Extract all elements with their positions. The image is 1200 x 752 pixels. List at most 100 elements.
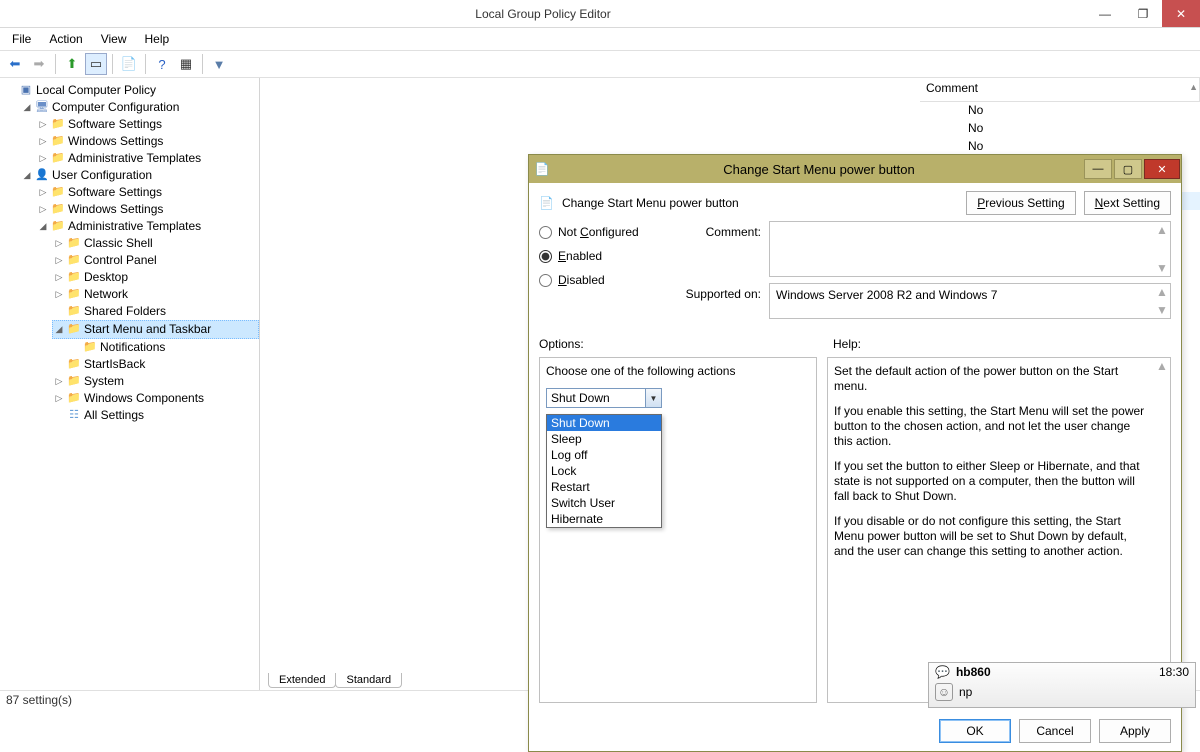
tree-cc-admin[interactable]: Administrative Templates — [68, 150, 201, 167]
up-icon[interactable]: ⬆ — [61, 53, 83, 75]
all-settings-icon: ☷ — [67, 409, 81, 423]
computer-icon: 🖥 — [35, 101, 49, 115]
window-title: Local Group Policy Editor — [0, 7, 1086, 21]
close-button[interactable]: ✕ — [1162, 0, 1200, 27]
tree-cc-software[interactable]: Software Settings — [68, 116, 162, 133]
menu-bar: File Action View Help — [0, 28, 1200, 50]
chat-bubble-icon: 💬 — [935, 665, 950, 679]
dialog-title: Change Start Menu power button — [555, 162, 1083, 177]
content-pane: Comment ▲ NoNoNoNoNoNoNoNoNoNoNoNoNoNoNo… — [260, 78, 1200, 690]
dialog-minimize-button[interactable]: — — [1084, 159, 1112, 179]
help-text-3: If you set the button to either Sleep or… — [834, 459, 1164, 504]
tree-user-config[interactable]: User Configuration — [52, 167, 152, 184]
scroll-down-icon[interactable]: ▼ — [1156, 303, 1168, 317]
filter-icon[interactable]: ▼ — [208, 53, 230, 75]
comment-label: Comment: — [669, 221, 761, 239]
dropdown-option[interactable]: Shut Down — [547, 415, 661, 431]
list-cell[interactable]: No — [960, 102, 1200, 120]
radio-not-configured[interactable]: Not Configured — [539, 225, 649, 239]
column-comment[interactable]: Comment — [920, 78, 1200, 101]
tree-uc-software[interactable]: Software Settings — [68, 184, 162, 201]
tree-system[interactable]: System — [84, 373, 124, 390]
tree-classic-shell[interactable]: Classic Shell — [84, 235, 153, 252]
folder-icon: 📁 — [51, 186, 65, 200]
help-text-4: If you disable or do not configure this … — [834, 514, 1164, 559]
folder-icon: 📁 — [67, 237, 81, 251]
folder-icon: 📁 — [67, 358, 81, 372]
folder-icon: 📁 — [67, 392, 81, 406]
dropdown-option[interactable]: Log off — [547, 447, 661, 463]
supported-value: Windows Server 2008 R2 and Windows 7 — [770, 284, 1170, 306]
menu-file[interactable]: File — [6, 30, 37, 48]
folder-icon: 📁 — [67, 375, 81, 389]
back-icon[interactable]: ⬅ — [4, 53, 26, 75]
dropdown-option[interactable]: Sleep — [547, 431, 661, 447]
properties-icon[interactable]: 📄 — [118, 53, 140, 75]
tree-computer-config[interactable]: Computer Configuration — [52, 99, 179, 116]
next-setting-button[interactable]: Next Setting — [1084, 191, 1171, 215]
dropdown-option[interactable]: Switch User — [547, 495, 661, 511]
tree-windows-components[interactable]: Windows Components — [84, 390, 204, 407]
previous-setting-button[interactable]: Previous Setting — [966, 191, 1075, 215]
list-cell[interactable]: No — [960, 120, 1200, 138]
policy-badge-icon: 📄 — [539, 196, 554, 210]
chevron-down-icon[interactable]: ▼ — [645, 389, 661, 407]
apply-button[interactable]: Apply — [1099, 719, 1171, 743]
tree-all-settings[interactable]: All Settings — [84, 407, 144, 424]
tree-network[interactable]: Network — [84, 286, 128, 303]
action-combo[interactable]: Shut Down ▼ — [546, 388, 662, 408]
help-icon[interactable]: ? — [151, 53, 173, 75]
scroll-down-icon[interactable]: ▼ — [1156, 261, 1168, 275]
tree-desktop[interactable]: Desktop — [84, 269, 128, 286]
dropdown-option[interactable]: Restart — [547, 479, 661, 495]
show-hide-tree-icon[interactable]: ▭ — [85, 53, 107, 75]
tree-uc-windows[interactable]: Windows Settings — [68, 201, 163, 218]
title-bar: Local Group Policy Editor — ❐ ✕ — [0, 0, 1200, 28]
help-label: Help: — [833, 337, 861, 351]
ok-button[interactable]: OK — [939, 719, 1011, 743]
folder-icon: 📁 — [51, 203, 65, 217]
tab-standard[interactable]: Standard — [335, 673, 402, 688]
help-text-1: Set the default action of the power butt… — [834, 364, 1164, 394]
scroll-up-icon[interactable]: ▲ — [1189, 82, 1198, 92]
scroll-up-icon[interactable]: ▲ — [1156, 285, 1168, 299]
chat-notification[interactable]: 💬 hb860 18:30 ☺ np — [928, 662, 1196, 708]
scroll-up-icon[interactable]: ▲ — [1156, 359, 1168, 373]
list-header: Comment ▲ — [920, 78, 1200, 102]
policy-root-icon: ▣ — [19, 84, 33, 98]
tab-extended[interactable]: Extended — [268, 673, 336, 688]
maximize-button[interactable]: ❐ — [1124, 0, 1162, 27]
radio-enabled[interactable]: Enabled — [539, 249, 649, 263]
folder-icon: 📁 — [67, 254, 81, 268]
tree-cc-windows[interactable]: Windows Settings — [68, 133, 163, 150]
tree-uc-admin[interactable]: Administrative Templates — [68, 218, 201, 235]
menu-action[interactable]: Action — [43, 30, 88, 48]
dropdown-option[interactable]: Hibernate — [547, 511, 661, 527]
tree-notifications[interactable]: Notifications — [100, 339, 165, 356]
tree-shared-folders[interactable]: Shared Folders — [84, 303, 166, 320]
tree-control-panel[interactable]: Control Panel — [84, 252, 157, 269]
dialog-close-button[interactable]: ✕ — [1144, 159, 1180, 179]
comment-field[interactable]: ▲▼ — [769, 221, 1171, 277]
scroll-up-icon[interactable]: ▲ — [1156, 223, 1168, 237]
tree-root[interactable]: Local Computer Policy — [36, 82, 156, 99]
options-pane: Choose one of the following actions Shut… — [539, 357, 817, 703]
dialog-maximize-button[interactable]: ▢ — [1114, 159, 1142, 179]
tree-startisback[interactable]: StartIsBack — [84, 356, 145, 373]
dropdown-option[interactable]: Lock — [547, 463, 661, 479]
cancel-button[interactable]: Cancel — [1019, 719, 1091, 743]
minimize-button[interactable]: — — [1086, 0, 1124, 27]
folder-icon: 📁 — [51, 118, 65, 132]
dialog-icon: 📄 — [529, 162, 555, 176]
supported-label: Supported on: — [669, 283, 761, 301]
action-dropdown[interactable]: Shut DownSleepLog offLockRestartSwitch U… — [546, 414, 662, 528]
options-icon[interactable]: ▦ — [175, 53, 197, 75]
tree-start-menu-taskbar[interactable]: Start Menu and Taskbar — [84, 321, 211, 338]
help-pane: ▲▼ Set the default action of the power b… — [827, 357, 1171, 703]
radio-disabled[interactable]: Disabled — [539, 273, 649, 287]
menu-help[interactable]: Help — [139, 30, 176, 48]
dialog-title-bar: 📄 Change Start Menu power button — ▢ ✕ — [529, 155, 1181, 183]
chat-message: np — [959, 685, 972, 699]
forward-icon[interactable]: ➡ — [28, 53, 50, 75]
menu-view[interactable]: View — [95, 30, 133, 48]
